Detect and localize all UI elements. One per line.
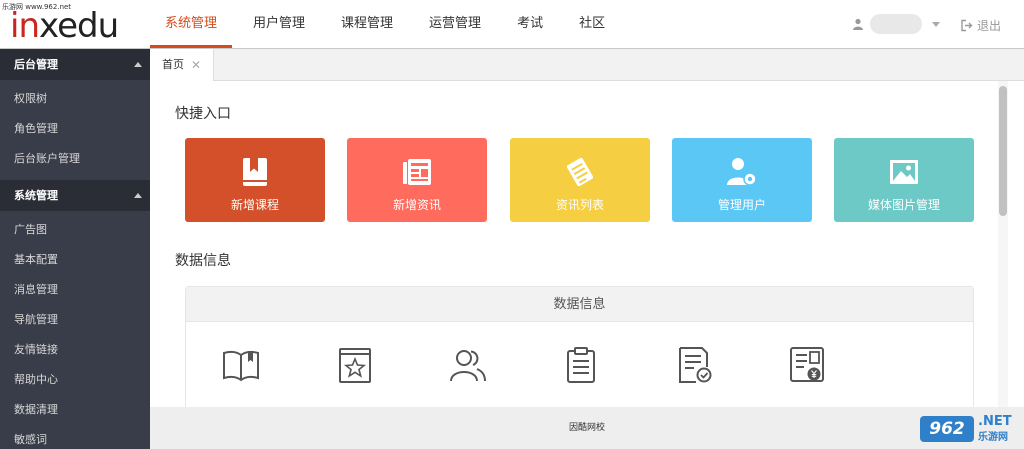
sidebar-item[interactable]: 帮助中心 [0, 365, 150, 395]
quick-label: 管理用户 [717, 198, 766, 212]
top-nav: 系统管理 用户管理 课程管理 运营管理 考试 社区 [150, 0, 626, 48]
watermark-net: .NET [978, 414, 1012, 429]
data-info-title: 数据信息 [175, 253, 231, 269]
logo[interactable]: inxedu [10, 6, 119, 46]
sidebar: 后台管理权限树 角色管理 后台账户管理系统管理广告图 基本配置 消息管理 导航管理 友情链接… [0, 49, 150, 449]
footer: 因酷网校 [150, 407, 1024, 449]
watermark-bottom-right: 962 .NET 乐游网 [920, 414, 1020, 444]
quick-label: 新增课程 [230, 198, 279, 212]
sidebar-item[interactable]: 友情链接 [0, 335, 150, 365]
quick-media-images-button[interactable]: 媒体图片管理 [834, 138, 974, 222]
topnav-item[interactable]: 考试 [502, 0, 558, 48]
top-header: 乐游网 www.962.net inxedu 系统管理 用户管理 课程管理 运营管理考… [0, 0, 1024, 49]
quick-entry-title: 快捷入口 [175, 106, 231, 122]
watermark-box: 962 [920, 416, 974, 442]
chevron-down-icon [932, 21, 940, 27]
avatar [870, 14, 922, 34]
quick-manage-users-button[interactable]: 管理用户 [672, 138, 812, 222]
tab-home[interactable]: 首页 ✕ [150, 49, 214, 81]
sidebar-item[interactable]: 基本配置 [0, 245, 150, 275]
sidebar-group-title[interactable]: 系统管理 [0, 180, 150, 211]
open-book-icon[interactable] [221, 345, 261, 385]
quick-label: 新增资讯 [392, 198, 441, 212]
logout-label: 退出 [977, 19, 1002, 33]
quick-add-course-button[interactable]: 新增课程 [185, 138, 325, 222]
quick-label: 媒体图片管理 [867, 198, 940, 212]
quick-add-news-button[interactable]: 新增资讯 [347, 138, 487, 222]
sidebar-group-title[interactable]: 后台管理 [0, 49, 150, 80]
scrollbar-thumb[interactable] [999, 86, 1007, 216]
users-icon[interactable] [448, 345, 488, 385]
close-icon[interactable]: ✕ [191, 49, 201, 81]
sidebar-group-label: 系统管理 [14, 189, 58, 202]
sidebar-item[interactable]: 敏感词 [0, 425, 150, 449]
logo-text-red: in [10, 6, 40, 46]
topnav-item[interactable]: 课程管理 [326, 0, 408, 48]
tab-bar: 首页 ✕ [150, 49, 1024, 81]
logout-icon [961, 19, 973, 32]
topnav-item[interactable]: 用户管理 [238, 0, 320, 48]
clipboard-icon[interactable] [561, 345, 601, 385]
sidebar-item[interactable]: 角色管理 [0, 114, 150, 144]
quick-news-list-button[interactable]: 资讯列表 [510, 138, 650, 222]
footer-text: 因酷网校 [568, 423, 605, 433]
quick-label: 资讯列表 [555, 198, 604, 212]
logo-text-dark: xedu [39, 6, 119, 46]
main-content: 快捷入口 新增课程 新增资讯 资讯列表 管理用户 媒体图片管理 数据信息 数据信… [150, 81, 1024, 407]
tab-home-label: 首页 [162, 58, 184, 71]
user-icon [853, 18, 863, 30]
book-bookmark-icon [243, 158, 267, 186]
topnav-item[interactable]: 运营管理 [414, 0, 496, 48]
sidebar-group-label: 后台管理 [14, 58, 58, 71]
sidebar-item[interactable]: 消息管理 [0, 275, 150, 305]
starred-book-icon[interactable] [335, 345, 375, 385]
chevron-up-icon [134, 193, 142, 198]
user-menu[interactable] [852, 14, 940, 34]
list-document-icon [566, 157, 594, 187]
data-info-panel: 数据信息 [185, 286, 974, 407]
sidebar-item[interactable]: 权限树 [0, 84, 150, 114]
data-panel-header: 数据信息 [186, 287, 973, 322]
app-root: 乐游网 www.962.net inxedu 系统管理 用户管理 课程管理 运营管理考… [0, 0, 1024, 449]
document-yen-icon[interactable] [787, 345, 827, 385]
user-gear-icon [727, 158, 757, 186]
document-check-icon[interactable] [674, 345, 714, 385]
image-icon [890, 160, 918, 184]
sidebar-item[interactable]: 后台账户管理 [0, 144, 150, 174]
topnav-item[interactable]: 系统管理 [150, 0, 233, 48]
sidebar-item[interactable]: 数据清理 [0, 395, 150, 425]
sidebar-item[interactable]: 导航管理 [0, 305, 150, 335]
news-icon [403, 159, 431, 185]
sidebar-item[interactable]: 广告图 [0, 215, 150, 245]
topnav-item[interactable]: 社区 [564, 0, 620, 48]
chevron-up-icon [134, 62, 142, 67]
logout-button[interactable]: 退出 [960, 17, 1001, 34]
watermark-cn: 乐游网 [978, 432, 1008, 443]
